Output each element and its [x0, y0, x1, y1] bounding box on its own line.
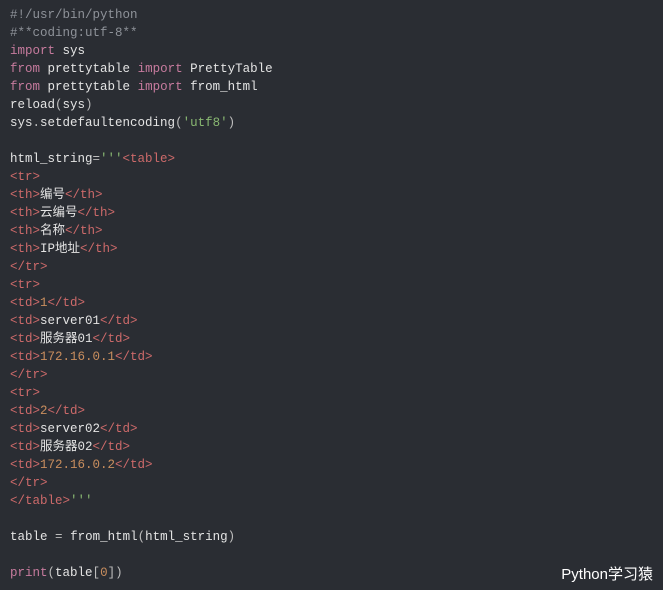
- reload-call: reload: [10, 98, 55, 112]
- tag-table-close: </table>: [10, 494, 70, 508]
- kw-print: print: [10, 566, 48, 580]
- tag-th-open: <th>: [10, 188, 40, 202]
- r2c1: 2: [40, 404, 48, 418]
- tag-td-open: <td>: [10, 296, 40, 310]
- html-string-var: html_string: [10, 152, 93, 166]
- watermark-text: Python学习猿: [561, 563, 653, 584]
- r2c2: server02: [40, 422, 100, 436]
- th-1: 编号: [40, 188, 65, 202]
- triple-quote-close: ''': [70, 494, 93, 508]
- table-var: table: [10, 530, 48, 544]
- kw-from2: from: [10, 80, 40, 94]
- kw-from: from: [10, 62, 40, 76]
- code-block: #!/usr/bin/python #**coding:utf-8** impo…: [0, 0, 663, 588]
- tag-table-open: <table>: [123, 152, 176, 166]
- th-4: IP地址: [40, 242, 80, 256]
- th-2: 云编号: [40, 206, 78, 220]
- r2c3: 服务器02: [40, 440, 93, 454]
- coding-line: #**coding:utf-8**: [10, 26, 138, 40]
- tag-tr-close: </tr>: [10, 260, 48, 274]
- kw-import: import: [10, 44, 55, 58]
- setenc-call: sys: [10, 116, 33, 130]
- th-3: 名称: [40, 224, 65, 238]
- r1c3: 服务器01: [40, 332, 93, 346]
- r2c4: 172.16.0.2: [40, 458, 115, 472]
- r1c1: 1: [40, 296, 48, 310]
- mod-sys: sys: [63, 44, 86, 58]
- shebang-line: #!/usr/bin/python: [10, 8, 138, 22]
- r1c2: server01: [40, 314, 100, 328]
- tag-tr-open: <tr>: [10, 170, 40, 184]
- r1c4: 172.16.0.1: [40, 350, 115, 364]
